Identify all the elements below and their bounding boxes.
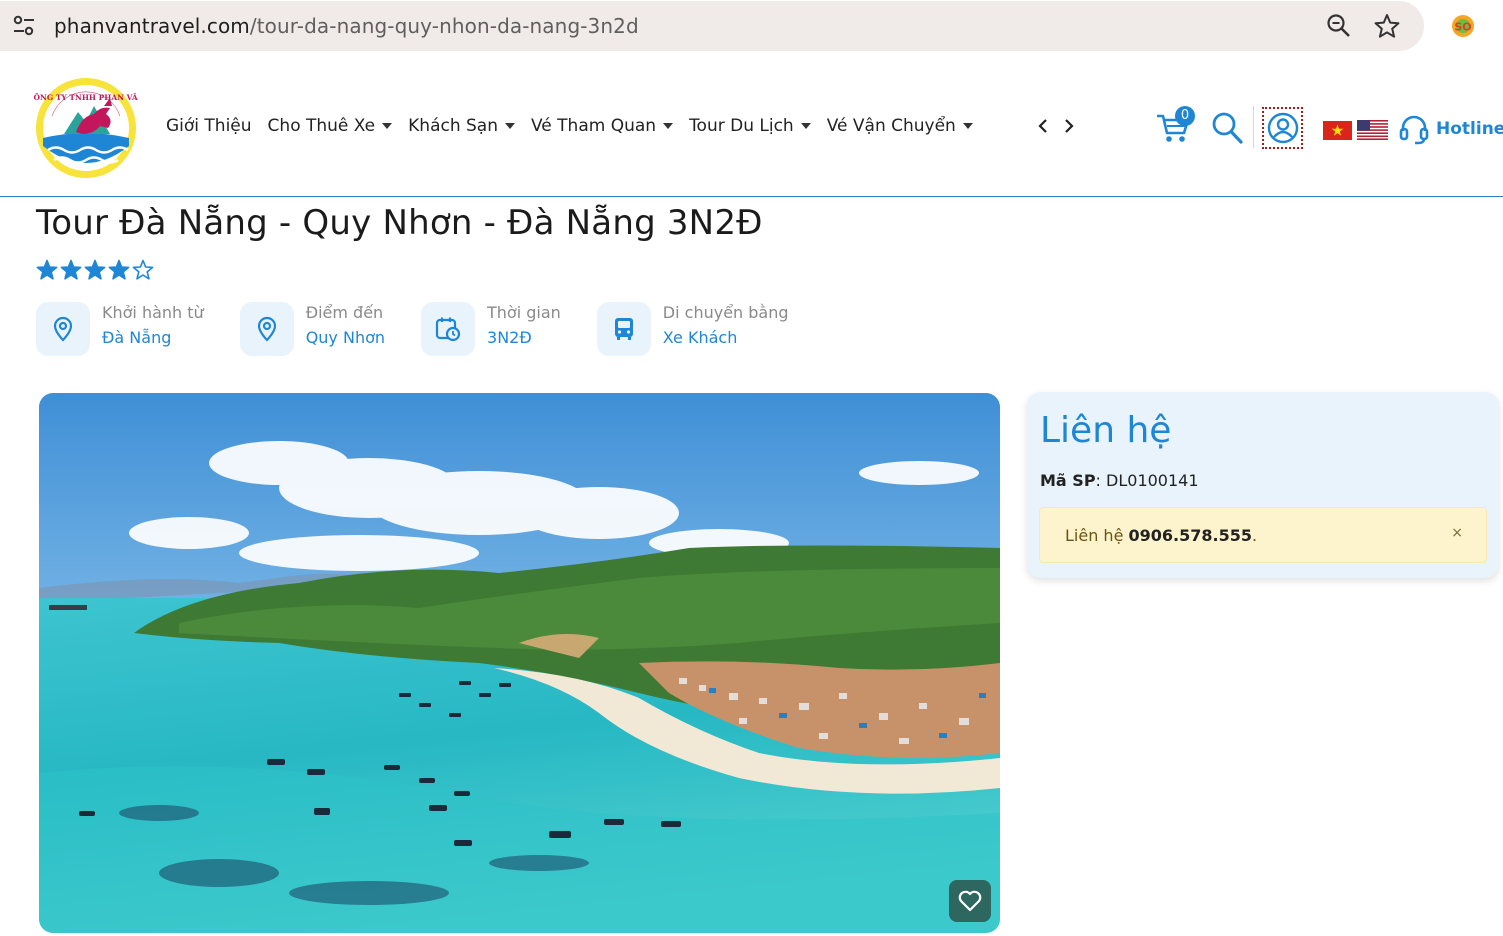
star-empty-icon: [132, 259, 154, 280]
nav-item-label: Vé Tham Quan: [531, 116, 657, 136]
map-pin-icon: [53, 316, 73, 342]
info-value[interactable]: Xe Khách: [663, 327, 789, 349]
info-label: Khởi hành từ: [102, 303, 204, 322]
nav-item-1[interactable]: Cho Thuê Xe: [268, 116, 393, 136]
svg-text:SO: SO: [1454, 21, 1471, 34]
chevron-right-icon[interactable]: [1062, 117, 1076, 135]
star-filled-icon: [84, 259, 106, 280]
logo-text: CÔNG TY TNHH PHAN VÂN: [34, 93, 138, 102]
bookmark-star-icon[interactable]: [1373, 12, 1401, 40]
cart-count-badge: 0: [1175, 106, 1195, 126]
info-label: Điểm đến: [305, 303, 384, 322]
site-settings-icon[interactable]: [12, 15, 36, 37]
contact-alert: Liên hệ 0906.578.555. ×: [1039, 507, 1487, 563]
main-navigation: Giới Thiệu Cho Thuê Xe Khách Sạn Vé Tham Qu…: [166, 116, 973, 136]
hotline-label: Hotline: [1436, 119, 1503, 139]
info-text: Di chuyển bằng Xe Khách: [663, 302, 789, 349]
address-bar[interactable]: phanvantravel.com/tour-da-nang-quy-nhon-…: [0, 1, 1424, 51]
alert-close-button[interactable]: ×: [1451, 525, 1463, 541]
tour-info-item: Di chuyển bằng Xe Khách: [596, 302, 789, 356]
nav-item-label: Tour Du Lịch: [689, 116, 794, 136]
wishlist-button[interactable]: [949, 880, 991, 922]
info-icon-box: [421, 302, 476, 356]
map-pin-icon: [257, 316, 276, 342]
heart-icon: [958, 890, 982, 912]
nav-item-2[interactable]: Khách Sạn: [408, 116, 515, 136]
company-logo[interactable]: CÔNG TY TNHH PHAN VÂN: [34, 76, 138, 180]
contact-title: Liên hệ: [1040, 410, 1172, 451]
info-text: Thời gian 3N2Đ: [487, 302, 561, 349]
us-flag-icon[interactable]: [1357, 120, 1388, 140]
info-icon-box: [239, 302, 294, 356]
caret-down-icon: [663, 123, 674, 129]
calendar-clock-icon: [435, 317, 461, 342]
info-text: Khởi hành từ Đà Nẵng: [102, 302, 204, 349]
info-icon-box: [36, 302, 90, 356]
extension-icon[interactable]: SO: [1449, 12, 1477, 40]
info-icon-box: [596, 302, 651, 356]
caret-down-icon: [505, 123, 515, 129]
product-code-value: : DL0100141: [1095, 471, 1199, 490]
product-code: Mã SP: DL0100141: [1040, 471, 1199, 490]
bus-icon: [614, 318, 633, 340]
info-value[interactable]: Đà Nẵng: [102, 327, 204, 349]
site-header: CÔNG TY TNHH PHAN VÂN Giới Thiệu Cho Thuê…: [0, 61, 1503, 197]
nav-item-label: Khách Sạn: [408, 116, 498, 136]
tour-info-item: Điểm đến Quy Nhơn: [239, 302, 385, 356]
search-icon[interactable]: [1211, 111, 1243, 145]
account-button[interactable]: [1262, 107, 1303, 149]
info-value[interactable]: Quy Nhơn: [306, 327, 385, 349]
star-filled-icon: [60, 259, 82, 280]
headset-icon: [1399, 115, 1429, 145]
nav-item-label: Giới Thiệu: [166, 116, 252, 136]
browser-toolbar: phanvantravel.com/tour-da-nang-quy-nhon-…: [0, 0, 1503, 60]
coastal-landscape-image: [39, 393, 1000, 933]
zoom-icon[interactable]: [1326, 13, 1352, 39]
info-text: Điểm đến Quy Nhơn: [306, 302, 385, 349]
hotline-button[interactable]: Hotline: [1398, 113, 1503, 145]
nav-item-3[interactable]: Vé Tham Quan: [531, 116, 674, 136]
header-divider: [1253, 106, 1254, 148]
nav-item-4[interactable]: Tour Du Lịch: [689, 116, 811, 136]
info-value[interactable]: 3N2Đ: [487, 327, 561, 349]
info-label: Di chuyển bằng: [662, 303, 789, 322]
nav-item-label: Cho Thuê Xe: [267, 116, 376, 136]
star-filled-icon: [108, 259, 130, 280]
tour-info-item: Khởi hành từ Đà Nẵng: [36, 302, 204, 356]
caret-down-icon: [962, 123, 973, 129]
caret-down-icon: [800, 123, 811, 129]
chevron-left-icon[interactable]: [1036, 117, 1050, 135]
nav-scroll-arrows: [1036, 117, 1076, 135]
nav-item-0[interactable]: Giới Thiệu: [166, 116, 252, 136]
star-filled-icon: [36, 259, 58, 280]
tour-hero-image[interactable]: [39, 393, 1000, 933]
caret-down-icon: [382, 123, 393, 129]
product-code-label: Mã SP: [1040, 471, 1096, 490]
contact-card: Liên hệ Mã SP: DL0100141 Liên hệ 0906.57…: [1027, 392, 1499, 578]
user-account-icon: [1267, 112, 1298, 144]
info-label: Thời gian: [487, 303, 561, 322]
url-text[interactable]: phanvantravel.com/tour-da-nang-quy-nhon-…: [54, 14, 639, 38]
tour-info-row: Khởi hành từ Đà Nẵng Điểm đến Quy Nhơn Thời …: [36, 302, 825, 356]
page-title: Tour Đà Nẵng - Quy Nhơn - Đà Nẵng 3N2Đ: [36, 203, 763, 243]
alert-message: Liên hệ 0906.578.555.: [1065, 526, 1258, 545]
nav-item-label: Vé Vận Chuyển: [826, 116, 956, 136]
nav-item-5[interactable]: Vé Vận Chuyển: [827, 116, 973, 136]
vietnamese-flag-icon[interactable]: [1323, 121, 1352, 140]
rating-stars: [36, 259, 154, 281]
tour-info-item: Thời gian 3N2Đ: [421, 302, 561, 356]
hotline-phone[interactable]: 0906.578.555: [1129, 526, 1252, 545]
